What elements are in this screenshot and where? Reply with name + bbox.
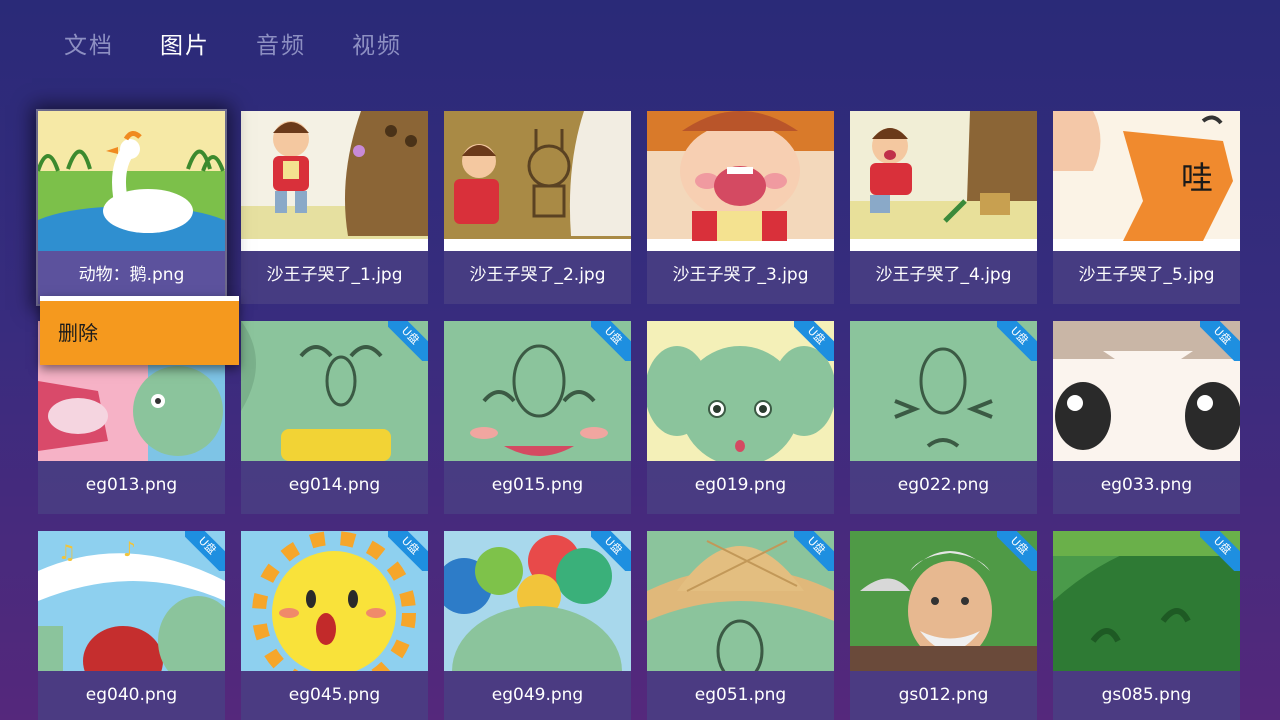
tab-audio[interactable]: 音频	[256, 30, 352, 62]
usb-badge-label: U盘	[1200, 531, 1240, 571]
image-thumbnail: U盘	[241, 321, 428, 461]
tab-video[interactable]: 视频	[352, 30, 448, 62]
image-thumbnail	[38, 111, 225, 251]
svg-text:♪: ♪	[123, 537, 136, 561]
image-thumbnail: U盘	[647, 531, 834, 671]
image-filename: eg015.png	[444, 461, 631, 514]
usb-badge: U盘	[591, 321, 631, 361]
image-grid: 动物：鹅.png 沙王子哭了_1.jpg 沙王子哭了_2.jpg 沙王子哭了_3…	[36, 109, 1240, 720]
usb-badge-label: U盘	[185, 531, 225, 571]
image-tile[interactable]: U盘 eg033.png	[1053, 321, 1240, 514]
image-filename: eg014.png	[241, 461, 428, 514]
image-filename: gs085.png	[1053, 671, 1240, 720]
usb-badge-label: U盘	[794, 321, 834, 361]
usb-badge: U盘	[997, 321, 1037, 361]
image-filename: eg033.png	[1053, 461, 1240, 514]
image-filename: 沙王子哭了_5.jpg	[1053, 251, 1240, 304]
usb-badge-label: U盘	[794, 531, 834, 571]
image-filename: 沙王子哭了_4.jpg	[850, 251, 1037, 304]
usb-badge: U盘	[794, 321, 834, 361]
image-filename: 沙王子哭了_2.jpg	[444, 251, 631, 304]
image-thumbnail: U盘	[241, 531, 428, 671]
usb-badge-label: U盘	[591, 531, 631, 571]
image-filename: eg022.png	[850, 461, 1037, 514]
image-thumbnail: U盘	[1053, 531, 1240, 671]
image-thumbnail: U盘	[1053, 321, 1240, 461]
image-tile[interactable]: 沙王子哭了_3.jpg	[647, 111, 834, 304]
image-tile[interactable]: 沙王子哭了_1.jpg	[241, 111, 428, 304]
image-thumbnail	[647, 111, 834, 251]
tab-images[interactable]: 图片	[160, 30, 256, 62]
usb-badge: U盘	[185, 531, 225, 571]
image-tile[interactable]: U盘 eg022.png	[850, 321, 1037, 514]
image-tile[interactable]: 动物：鹅.png	[36, 109, 227, 306]
image-filename: gs012.png	[850, 671, 1037, 720]
image-thumbnail: U盘	[444, 531, 631, 671]
image-tile[interactable]: ♫ ♪ U盘 eg040.png	[38, 531, 225, 720]
usb-badge: U盘	[591, 531, 631, 571]
svg-text:♫: ♫	[58, 540, 76, 564]
image-thumbnail	[850, 111, 1037, 251]
image-thumbnail	[241, 111, 428, 251]
image-tile[interactable]: U盘 eg049.png	[444, 531, 631, 720]
image-thumbnail: U盘	[850, 531, 1037, 671]
usb-badge: U盘	[794, 531, 834, 571]
usb-badge-label: U盘	[997, 321, 1037, 361]
image-tile[interactable]: 沙王子哭了_4.jpg	[850, 111, 1037, 304]
usb-badge: U盘	[388, 531, 428, 571]
image-tile[interactable]: U盘 eg015.png	[444, 321, 631, 514]
usb-badge: U盘	[997, 531, 1037, 571]
image-tile[interactable]: U盘 eg019.png	[647, 321, 834, 514]
usb-badge: U盘	[388, 321, 428, 361]
usb-badge-label: U盘	[388, 531, 428, 571]
image-tile[interactable]: U盘 eg045.png	[241, 531, 428, 720]
image-tile[interactable]: U盘 eg051.png	[647, 531, 834, 720]
image-filename: eg040.png	[38, 671, 225, 720]
image-thumbnail: ♫ ♪ U盘	[38, 531, 225, 671]
image-tile[interactable]: U盘 eg014.png	[241, 321, 428, 514]
tab-documents[interactable]: 文档	[64, 30, 160, 62]
image-thumbnail: U盘	[444, 321, 631, 461]
usb-badge: U盘	[1200, 531, 1240, 571]
image-filename: eg013.png	[38, 461, 225, 514]
image-tile[interactable]: 沙王子哭了_2.jpg	[444, 111, 631, 304]
image-thumbnail	[444, 111, 631, 251]
usb-badge-label: U盘	[1200, 321, 1240, 361]
delete-menu-item[interactable]: 删除	[40, 301, 239, 365]
image-tile[interactable]: 哇 沙王子哭了_5.jpg	[1053, 111, 1240, 304]
svg-text:哇: 哇	[1181, 159, 1213, 197]
image-thumbnail: U盘	[850, 321, 1037, 461]
image-filename: eg045.png	[241, 671, 428, 720]
usb-badge: U盘	[1200, 321, 1240, 361]
image-tile[interactable]: U盘 gs085.png	[1053, 531, 1240, 720]
usb-badge-label: U盘	[997, 531, 1037, 571]
image-filename: eg051.png	[647, 671, 834, 720]
image-thumbnail: 哇	[1053, 111, 1240, 251]
image-thumbnail: U盘	[647, 321, 834, 461]
image-tile[interactable]: U盘 gs012.png	[850, 531, 1037, 720]
usb-badge-label: U盘	[591, 321, 631, 361]
image-filename: 沙王子哭了_3.jpg	[647, 251, 834, 304]
image-filename: eg019.png	[647, 461, 834, 514]
usb-badge-label: U盘	[388, 321, 428, 361]
image-filename: eg049.png	[444, 671, 631, 720]
category-tabs: 文档 图片 音频 视频	[64, 30, 448, 62]
context-menu: 删除	[40, 296, 239, 365]
image-filename: 沙王子哭了_1.jpg	[241, 251, 428, 304]
